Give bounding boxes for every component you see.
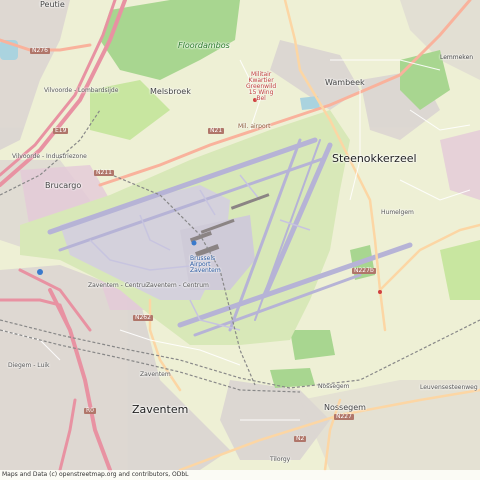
station-label-zaventem-centrum-2: Zaventem - Centrum bbox=[146, 282, 209, 289]
road-label-n262: N262 bbox=[133, 314, 153, 321]
map-attribution: Maps and Data (c) openstreetmap.org and … bbox=[0, 470, 480, 480]
airport-label-military: Mil. airport bbox=[238, 123, 271, 130]
street-label-leuvensesteenweg: Leuvensesteenweg bbox=[420, 384, 478, 391]
village-label-wambeek: Wambeek bbox=[325, 78, 365, 87]
station-label-vilvoorde-industriezone: Vilvoorde - Industriezone bbox=[12, 153, 87, 160]
road-label-n211: N211 bbox=[94, 169, 114, 176]
station-label-vilvoorde: Vilvoorde - Lombardsijde bbox=[44, 87, 119, 94]
station-label-zaventem-centrum: Zaventem - Centrum bbox=[88, 282, 151, 289]
road-label-n227: N227 bbox=[334, 413, 354, 420]
station-label-diegem: Diegem - Luik bbox=[8, 362, 50, 369]
village-label-nossegem: Nossegem bbox=[324, 403, 366, 412]
town-label-zaventem: Zaventem bbox=[132, 403, 189, 416]
road-label-n21: N21 bbox=[208, 127, 225, 134]
road-label-n2: N2 bbox=[294, 435, 307, 442]
village-label-lemmeken: Lemmeken bbox=[440, 54, 474, 61]
station-label-zaventem: Zaventem bbox=[140, 371, 171, 378]
airport-name-label: Brussels Airport Zaventem bbox=[190, 255, 221, 274]
road-label-r0: R0 bbox=[84, 407, 96, 414]
village-label-humelgem: Humelgem bbox=[381, 209, 414, 216]
street-label-tilorgy: Tilorgy bbox=[270, 456, 291, 463]
road-label-n227b: N227b bbox=[352, 267, 376, 274]
village-label-melsbroek: Melsbroek bbox=[150, 87, 191, 96]
road-label-n276: N276 bbox=[30, 47, 50, 54]
area-label-floordambos: Floordambos bbox=[178, 41, 230, 50]
village-label-peutie: Peutie bbox=[40, 0, 65, 9]
town-label-steenokkerzeel: Steenokkerzeel bbox=[332, 152, 417, 165]
road-label-e19: E19 bbox=[53, 127, 69, 134]
village-label-brucargo: Brucargo bbox=[45, 181, 82, 190]
map-canvas[interactable] bbox=[0, 0, 480, 480]
military-barracks-label: Militair Kwartier Greenwild 15 Wing Bel bbox=[246, 71, 277, 102]
station-label-nossegem: Nossegem bbox=[318, 383, 350, 390]
